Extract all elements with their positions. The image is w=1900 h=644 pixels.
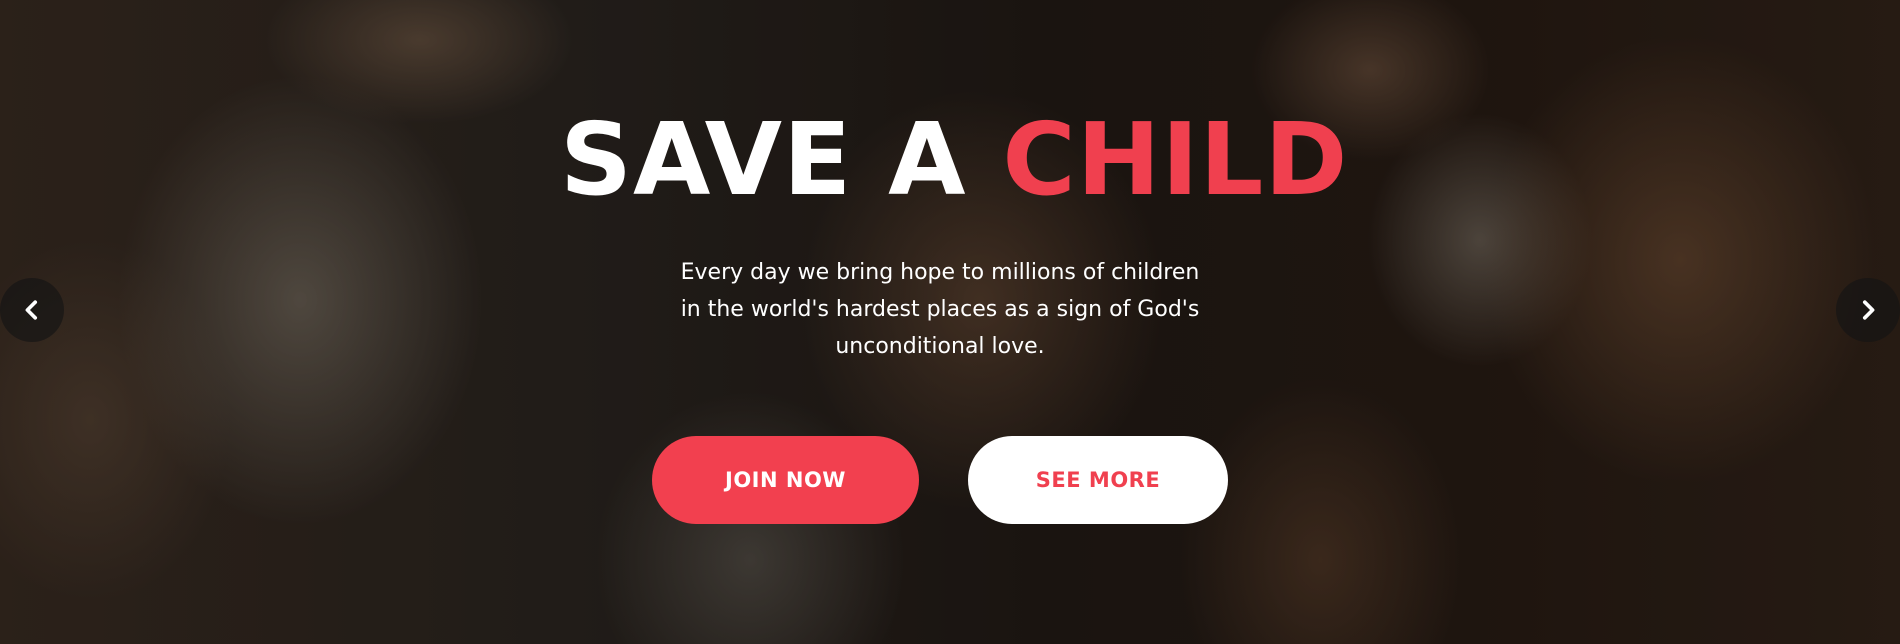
chevron-right-icon: [1857, 299, 1879, 321]
slider-next-button[interactable]: [1836, 278, 1900, 342]
join-now-button[interactable]: JOIN NOW: [652, 436, 919, 524]
slider-prev-button[interactable]: [0, 278, 64, 342]
hero-subtitle-line: in the world's hardest places as a sign …: [680, 297, 1200, 322]
hero-subtitle: Every day we bring hope to millions of c…: [620, 254, 1260, 365]
hero-title-part2: CHILD: [1002, 101, 1349, 218]
see-more-button[interactable]: SEE MORE: [968, 436, 1228, 524]
hero-content: SAVE A CHILD Every day we bring hope to …: [0, 0, 1900, 644]
hero-title: SAVE A CHILD: [560, 100, 1347, 220]
chevron-left-icon: [21, 299, 43, 321]
hero-slider: SAVE A CHILD Every day we bring hope to …: [0, 0, 1900, 644]
hero-title-part1: SAVE A: [560, 101, 967, 218]
hero-subtitle-line: unconditional love.: [835, 334, 1045, 359]
hero-subtitle-line: Every day we bring hope to millions of c…: [680, 260, 1200, 285]
